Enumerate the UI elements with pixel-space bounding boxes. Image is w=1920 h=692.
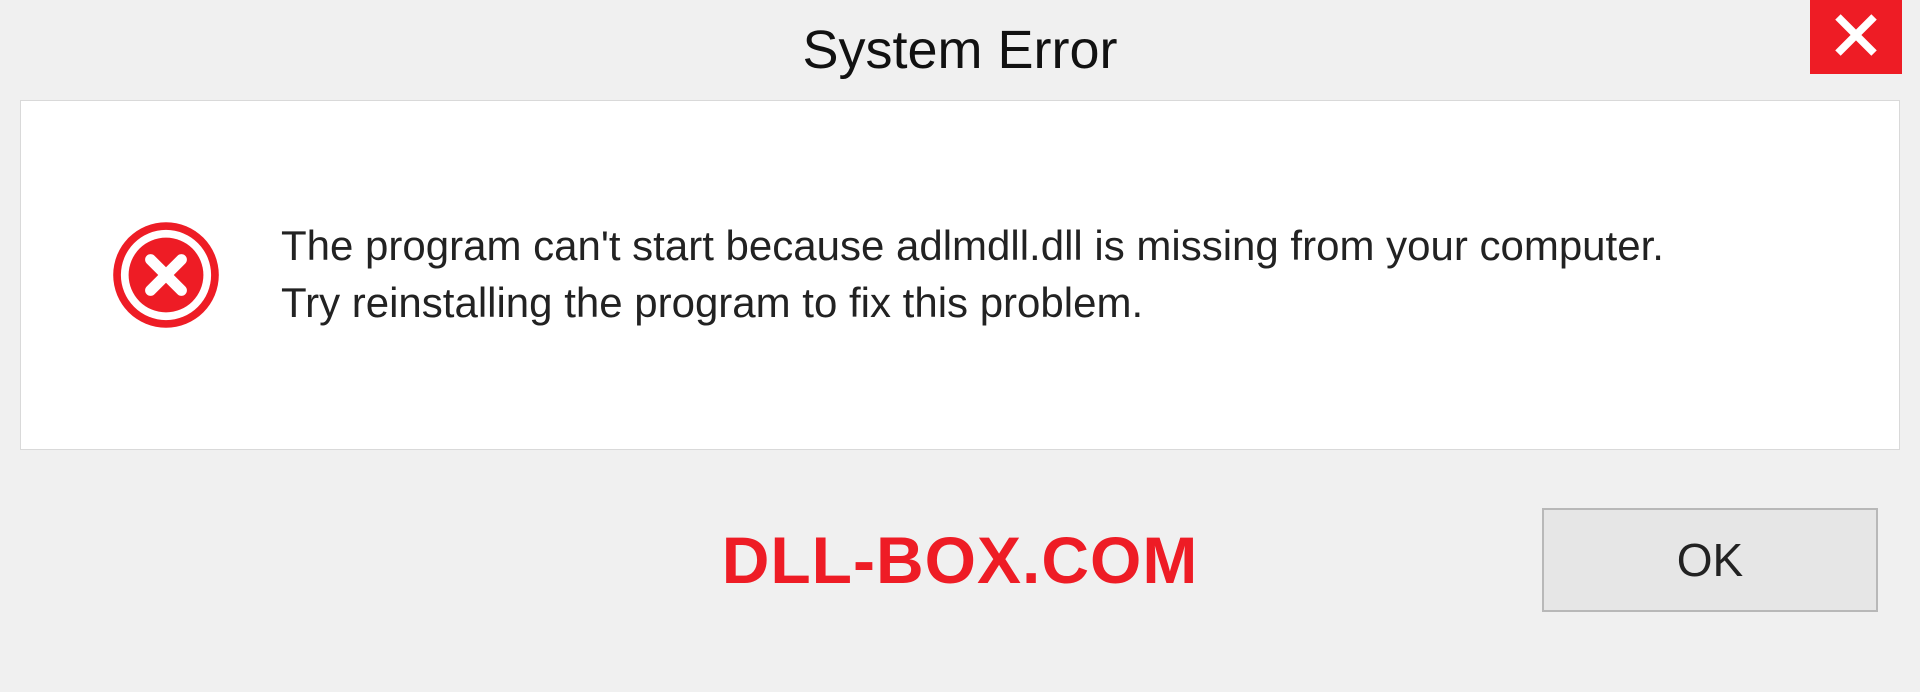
close-icon bbox=[1833, 12, 1879, 63]
dialog-footer: DLL-BOX.COM OK bbox=[0, 450, 1920, 670]
message-panel: The program can't start because adlmdll.… bbox=[20, 100, 1900, 450]
error-message: The program can't start because adlmdll.… bbox=[281, 218, 1664, 331]
titlebar: System Error bbox=[0, 0, 1920, 100]
error-message-line1: The program can't start because adlmdll.… bbox=[281, 218, 1664, 275]
close-button[interactable] bbox=[1810, 0, 1902, 74]
watermark-text: DLL-BOX.COM bbox=[722, 522, 1199, 598]
error-icon bbox=[111, 220, 221, 330]
error-message-line2: Try reinstalling the program to fix this… bbox=[281, 275, 1664, 332]
ok-button[interactable]: OK bbox=[1542, 508, 1878, 612]
dialog-title: System Error bbox=[802, 19, 1117, 81]
